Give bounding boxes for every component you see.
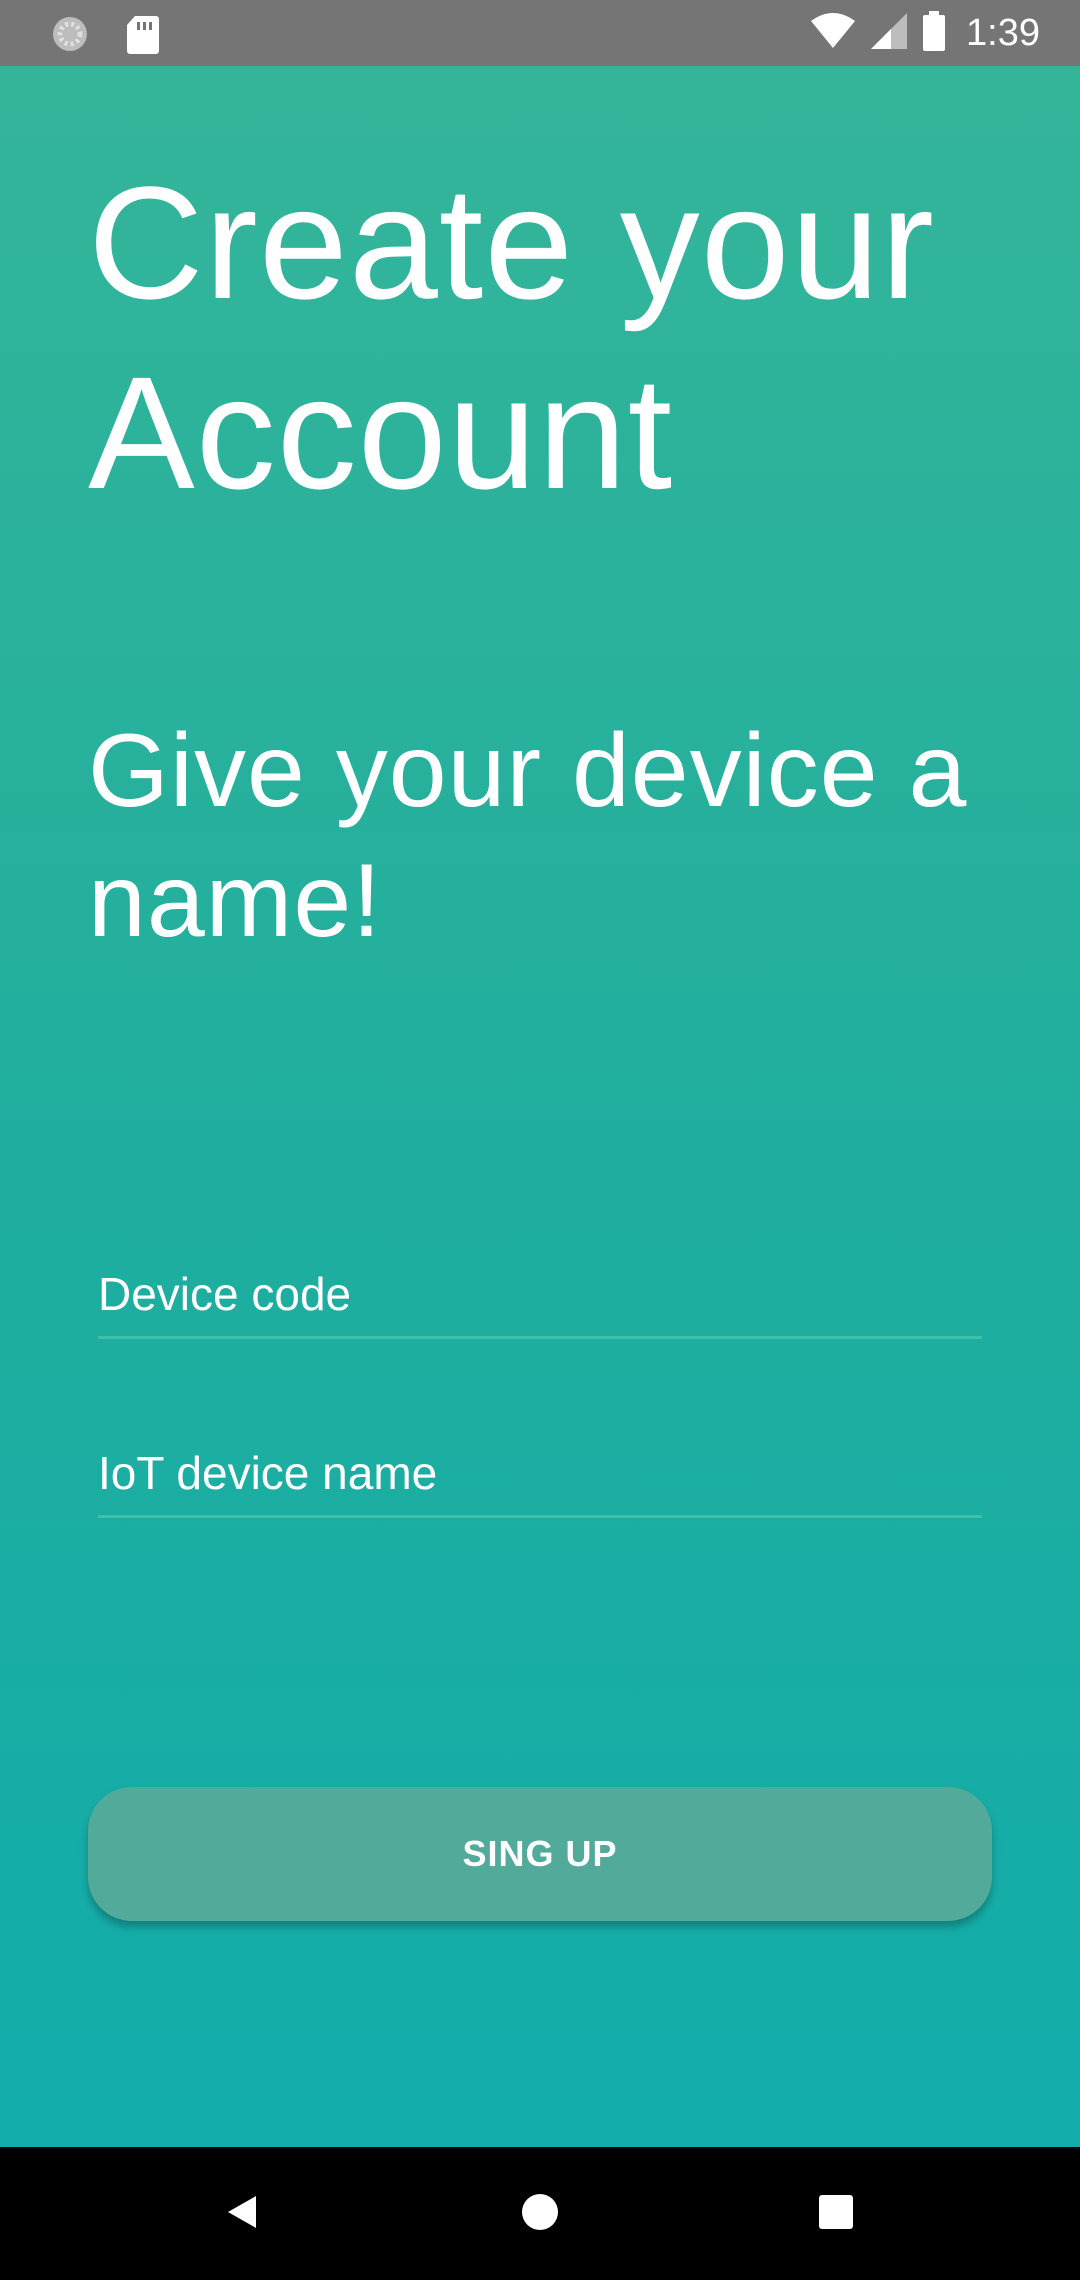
- device-name-input[interactable]: [98, 1435, 982, 1511]
- cell-signal-icon: [870, 12, 908, 55]
- page-title: Create your Account: [88, 153, 935, 522]
- device-code-input[interactable]: [98, 1256, 982, 1332]
- sd-card-icon: [126, 14, 160, 59]
- signup-form-screen: Create your Account Give your device a n…: [0, 66, 1080, 2147]
- status-time: 1:39: [966, 12, 1040, 54]
- back-button[interactable]: [207, 2179, 277, 2249]
- device-name-field: [98, 1435, 982, 1518]
- device-code-field: [98, 1256, 982, 1339]
- page-subtitle: Give your device a name!: [88, 713, 968, 959]
- sync-icon: [50, 14, 90, 59]
- home-icon: [520, 2192, 560, 2237]
- status-bar: 1:39: [0, 0, 1080, 66]
- recents-icon: [818, 2194, 854, 2235]
- home-button[interactable]: [505, 2179, 575, 2249]
- back-icon: [222, 2192, 262, 2237]
- recents-button[interactable]: [801, 2179, 871, 2249]
- app-screen: 1:39 Create your Account Give your devic…: [0, 0, 1080, 2280]
- status-right-icons: 1:39: [810, 10, 1040, 56]
- battery-icon: [922, 10, 946, 56]
- signup-button[interactable]: SING UP: [88, 1787, 992, 1921]
- navigation-bar: [0, 2147, 1080, 2280]
- wifi-icon: [810, 12, 856, 54]
- status-left-icons: [50, 14, 160, 59]
